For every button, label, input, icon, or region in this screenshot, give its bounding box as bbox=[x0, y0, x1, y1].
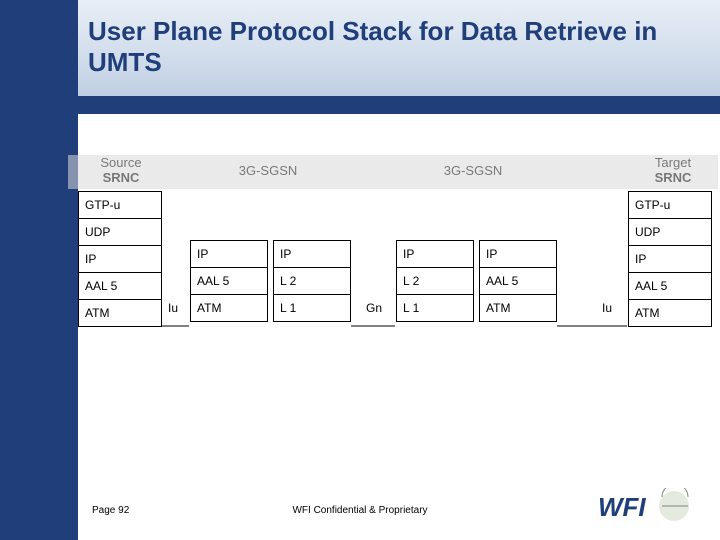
svg-text:WFI: WFI bbox=[598, 492, 646, 522]
side-bar bbox=[0, 0, 78, 540]
diagram-lines bbox=[68, 155, 720, 335]
wfi-logo: WFI bbox=[596, 488, 692, 526]
header-stripe bbox=[0, 96, 720, 114]
protocol-stack-diagram: Source SRNC 3G-SGSN 3G-SGSN Target SRNC … bbox=[78, 155, 713, 355]
page-title: User Plane Protocol Stack for Data Retri… bbox=[88, 16, 690, 77]
